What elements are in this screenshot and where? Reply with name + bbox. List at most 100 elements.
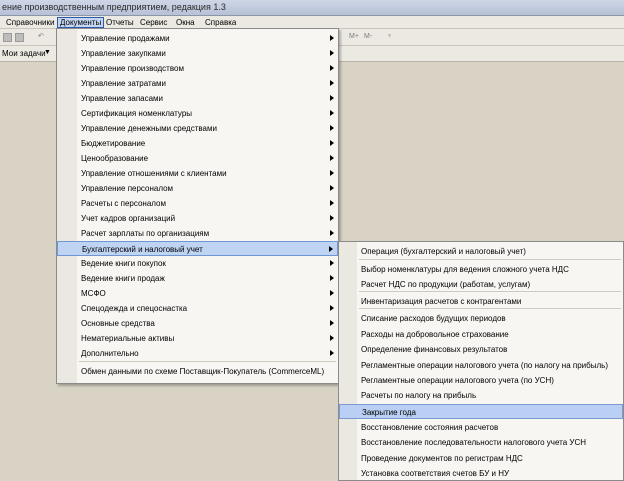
submenu-arrow-icon [330,215,334,221]
submenu-arrow-icon [330,50,334,56]
chevron-down-icon[interactable]: ▼ [44,49,51,56]
undo-icon[interactable]: ↶ [38,32,44,42]
accounting-submenu-item[interactable]: Инвентаризация расчетов с контрагентами [339,294,623,309]
submenu-arrow-icon [330,200,334,206]
submenu-arrow-icon [330,305,334,311]
documents-menu-item[interactable]: Ведение книги продаж [57,271,338,286]
accounting-submenu-item[interactable]: Расчеты по налогу на прибыль [339,388,623,403]
accounting-submenu-item[interactable]: Списание расходов будущих периодов [339,311,623,326]
documents-menu-item[interactable]: Расчеты с персоналом [57,196,338,211]
menu-documents[interactable]: Документы [57,17,105,28]
documents-menu-item[interactable]: Управление отношениями с клиентами [57,166,338,181]
window-title: ение производственным предприятием, реда… [2,2,226,12]
menu-item-label: Ведение книги покупок [81,259,166,268]
menu-service[interactable]: Сервис [138,17,169,28]
submenu-arrow-icon [330,335,334,341]
documents-menu-item[interactable]: Ведение книги покупок [57,256,338,271]
accounting-submenu-item[interactable]: Расходы на добровольное страхование [339,327,623,342]
submenu-arrow-icon [329,246,333,252]
menu-item-label: Управление закупками [81,49,166,58]
accounting-submenu-item[interactable]: Выбор номенклатуры для ведения сложного … [339,262,623,277]
menu-item-label: Выбор номенклатуры для ведения сложного … [361,265,569,274]
menu-separator [79,361,336,362]
menu-item-label: Управление запасами [81,94,164,103]
submenu-arrow-icon [330,230,334,236]
documents-menu-item[interactable]: Управление закупками [57,46,338,61]
documents-menu-item[interactable]: Учет кадров организаций [57,211,338,226]
menu-item-label: Управление затратами [81,79,167,88]
accounting-submenu-item[interactable]: Восстановление последовательности налого… [339,435,623,450]
submenu-arrow-icon [330,275,334,281]
menu-item-label: Ведение книги продаж [81,274,165,283]
documents-menu-item[interactable]: Управление персоналом [57,181,338,196]
accounting-submenu-item[interactable]: Расчет НДС по продукции (работам, услуга… [339,277,623,292]
documents-menu-item[interactable]: Сертификация номенклатуры [57,106,338,121]
menu-item-label: Расходы на добровольное страхование [361,330,509,339]
menu-item-label: Проведение документов по регистрам НДС [361,454,523,463]
submenu-arrow-icon [330,140,334,146]
menu-item-label: Определение финансовых результатов [361,345,508,354]
menu-separator [359,259,621,260]
documents-menu-item[interactable]: Дополнительно [57,346,338,361]
accounting-submenu-item[interactable]: Регламентные операции налогового учета (… [339,373,623,388]
menu-item-label: Бюджетирование [81,139,146,148]
submenu-arrow-icon [330,35,334,41]
submenu-arrow-icon [330,110,334,116]
submenu-arrow-icon [330,155,334,161]
menu-references[interactable]: Справочники [4,17,56,28]
menu-item-label: Учет кадров организаций [81,214,176,223]
tools-icon[interactable]: ♆ [387,32,392,42]
menu-item-label: Нематериальные активы [81,334,175,343]
accounting-submenu-item[interactable]: Установка соответствия счетов БУ и НУ [339,466,623,481]
menu-item-label: Бухгалтерский и налоговый учет [82,245,203,254]
menu-item-label: Закрытие года [362,408,416,417]
menu-windows[interactable]: Окна [174,17,197,28]
menu-item-label: Инвентаризация расчетов с контрагентами [361,297,522,306]
menu-item-label: Расчеты по налогу на прибыль [361,391,477,400]
accounting-submenu-item[interactable]: Восстановление состояния расчетов [339,420,623,435]
accounting-submenu-item[interactable]: Регламентные операции налогового учета (… [339,358,623,373]
accounting-submenu-item[interactable]: Закрытие года [339,404,623,419]
accounting-submenu-item[interactable]: Проведение документов по регистрам НДС [339,451,623,466]
menu-item-label: Сертификация номенклатуры [81,109,193,118]
menu-item-label: Управление продажами [81,34,170,43]
menu-item-label: Восстановление состояния расчетов [361,423,499,432]
accounting-submenu-item[interactable]: Операция (бухгалтерский и налоговый учет… [339,244,623,259]
menu-item-label: Списание расходов будущих периодов [361,314,506,323]
documents-menu-item[interactable]: Спецодежда и спецоснастка [57,301,338,316]
menu-reports[interactable]: Отчеты [104,17,136,28]
documents-menu-item[interactable]: Обмен данными по схеме Поставщик-Покупат… [57,364,338,379]
submenu-arrow-icon [330,260,334,266]
documents-menu-item[interactable]: Нематериальные активы [57,331,338,346]
menu-item-label: Расчет НДС по продукции (работам, услуга… [361,280,531,289]
menu-item-label: Операция (бухгалтерский и налоговый учет… [361,247,526,256]
title-bar: ение производственным предприятием, реда… [0,0,624,16]
menu-item-label: Расчеты с персоналом [81,199,166,208]
toolbar-icon[interactable] [15,33,24,42]
documents-menu-item[interactable]: МСФО [57,286,338,301]
documents-menu-item[interactable]: Бюджетирование [57,136,338,151]
documents-menu-item[interactable]: Управление запасами [57,91,338,106]
documents-menu-item[interactable]: Ценообразование [57,151,338,166]
menu-help[interactable]: Справка [203,17,238,28]
toolbar-icon[interactable] [3,33,12,42]
mminus-button[interactable]: M- [364,32,372,42]
documents-menu-item[interactable]: Расчет зарплаты по организациям [57,226,338,241]
menu-item-label: Дополнительно [81,349,139,358]
mplus-button[interactable]: M+ [349,32,359,42]
submenu-arrow-icon [330,170,334,176]
menu-item-label: Управление отношениями с клиентами [81,169,227,178]
menu-item-label: Регламентные операции налогового учета (… [361,361,608,370]
documents-menu-item[interactable]: Управление производством [57,61,338,76]
menu-item-label: Управление производством [81,64,184,73]
documents-menu-item[interactable]: Управление продажами [57,31,338,46]
documents-menu-item[interactable]: Основные средства [57,316,338,331]
documents-menu-item[interactable]: Управление денежными средствами [57,121,338,136]
tasks-label[interactable]: Мои задачи [2,49,46,58]
menu-item-label: Основные средства [81,319,155,328]
documents-menu-item[interactable]: Бухгалтерский и налоговый учет [57,241,338,256]
documents-menu-item[interactable]: Управление затратами [57,76,338,91]
accounting-submenu-item[interactable]: Определение финансовых результатов [339,342,623,357]
submenu-arrow-icon [330,185,334,191]
submenu-arrow-icon [330,320,334,326]
